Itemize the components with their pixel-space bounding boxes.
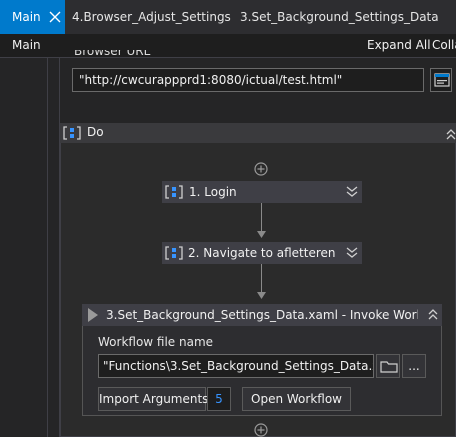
outer-scope-border (47, 58, 48, 437)
expand-chevron-icon[interactable] (346, 247, 358, 259)
folder-icon (380, 361, 398, 373)
collapse-chevron-icon[interactable] (428, 308, 438, 320)
connector-line (261, 203, 262, 233)
do-sequence-header[interactable] (60, 123, 456, 143)
sequence-icon (165, 185, 183, 199)
activity-label: 2. Navigate to afletteren (188, 246, 336, 260)
collapse-all-link[interactable]: Colla (432, 38, 456, 52)
invoke-workflow-title: 3.Set_Background_Settings_Data.xaml - In… (106, 308, 418, 322)
open-workflow-button[interactable]: Open Workflow (242, 387, 351, 411)
sequence-icon (165, 246, 183, 260)
activity-label: 1. Login (189, 185, 237, 199)
tab-label: Main (12, 10, 41, 24)
browser-url-label: Browser URL (74, 50, 151, 58)
workflow-file-label: Workflow file name (98, 335, 214, 349)
browser-url-input[interactable]: "http://cwcurappprd1:8080/ictual/test.ht… (72, 68, 424, 92)
collapse-chevron-icon[interactable] (446, 128, 456, 140)
browser-window-icon (434, 73, 450, 87)
expand-chevron-icon[interactable] (346, 186, 358, 198)
play-icon (88, 308, 98, 322)
browse-folder-button[interactable] (376, 354, 400, 378)
add-activity-icon[interactable] (254, 162, 268, 176)
argument-count-badge: 5 (207, 387, 231, 411)
tab-label: 4.Browser_Adjust_Settings (72, 10, 231, 24)
add-activity-icon[interactable] (254, 423, 268, 437)
arrow-down-icon (257, 231, 266, 238)
do-sequence-title: Do (87, 125, 104, 139)
import-arguments-button[interactable]: Import Arguments (98, 387, 208, 411)
tab-set-background-settings[interactable]: 3.Set_Background_Settings_Data (240, 0, 439, 34)
connector-line (261, 264, 262, 294)
sequence-icon (63, 126, 81, 140)
close-icon[interactable] (48, 10, 62, 24)
url-picker-button[interactable] (430, 68, 452, 92)
workflow-file-input[interactable]: "Functions\3.Set_Background_Settings_Dat… (98, 354, 374, 378)
browser-url-label-clip: Browser URL (74, 50, 194, 60)
expand-all-link[interactable]: Expand All (367, 38, 431, 52)
page-title: Main (12, 38, 41, 52)
tab-label: 3.Set_Background_Settings_Data (240, 10, 439, 24)
tab-browser-adjust-settings[interactable]: 4.Browser_Adjust_Settings (72, 0, 231, 34)
more-options-button[interactable]: ... (402, 354, 426, 378)
arrow-down-icon (257, 292, 266, 299)
